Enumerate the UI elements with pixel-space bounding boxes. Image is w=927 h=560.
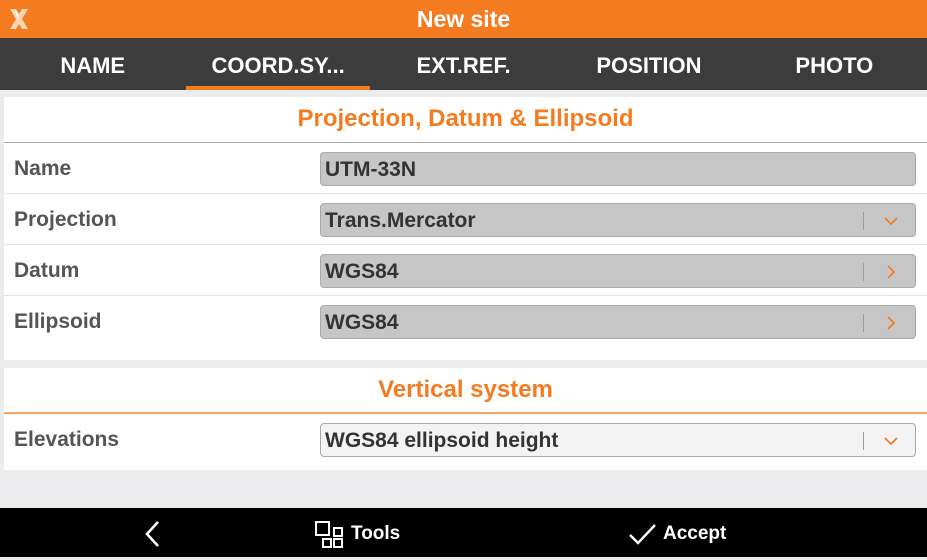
projection-value: Trans.Mercator	[325, 209, 476, 232]
datum-label: Datum	[14, 259, 80, 282]
ellipsoid-selector[interactable]: WGS84	[320, 305, 916, 339]
tools-grid-icon	[315, 521, 343, 548]
projection-dropdown[interactable]: Trans.Mercator	[320, 203, 916, 237]
field-separator	[863, 314, 864, 332]
bottom-bar: Tools Accept	[0, 508, 927, 557]
tools-button[interactable]: Tools	[314, 508, 404, 557]
tab-coord-system[interactable]: COORD.SY...	[185, 38, 371, 90]
name-label: Name	[14, 157, 72, 180]
ellipsoid-label: Ellipsoid	[14, 310, 102, 333]
back-button[interactable]	[138, 508, 168, 557]
projection-section: Projection, Datum & Ellipsoid Name UTM-3…	[4, 97, 927, 360]
elevations-row: Elevations WGS84 ellipsoid height	[4, 414, 927, 464]
back-arrow-icon	[145, 521, 159, 547]
chevron-down-icon	[884, 217, 898, 226]
projection-label: Projection	[14, 208, 117, 231]
projection-row: Projection Trans.Mercator	[4, 194, 927, 245]
tab-position[interactable]: POSITION	[556, 38, 741, 90]
tools-label: Tools	[351, 523, 401, 544]
chevron-right-icon	[887, 265, 896, 279]
elevations-dropdown[interactable]: WGS84 ellipsoid height	[320, 423, 916, 457]
datum-selector[interactable]: WGS84	[320, 254, 916, 288]
elevations-value: WGS84 ellipsoid height	[325, 429, 559, 452]
name-field[interactable]: UTM-33N	[320, 152, 916, 186]
datum-row: Datum WGS84	[4, 245, 927, 296]
chevron-down-icon	[884, 437, 898, 446]
accept-button[interactable]: Accept	[628, 508, 738, 557]
name-value: UTM-33N	[325, 158, 417, 181]
section-heading: Vertical system	[4, 368, 927, 414]
field-separator	[863, 432, 864, 450]
section-heading: Projection, Datum & Ellipsoid	[4, 97, 927, 143]
accept-label: Accept	[663, 523, 727, 544]
elevations-label: Elevations	[14, 428, 120, 451]
vertical-system-section: Vertical system Elevations WGS84 ellipso…	[4, 368, 927, 470]
checkmark-icon	[629, 524, 656, 545]
field-separator	[863, 263, 864, 281]
tab-ext-ref[interactable]: EXT.REF.	[371, 38, 556, 90]
tab-name[interactable]: NAME	[0, 38, 185, 90]
tab-photo[interactable]: PHOTO	[742, 38, 927, 90]
title-bar: New site	[0, 0, 927, 38]
ellipsoid-row: Ellipsoid WGS84	[4, 296, 927, 346]
tab-bar: NAME COORD.SY... EXT.REF. POSITION PHOTO	[0, 38, 927, 90]
field-separator	[863, 212, 864, 230]
page-title: New site	[416, 6, 511, 32]
chevron-right-icon	[887, 316, 896, 330]
name-row: Name UTM-33N	[4, 143, 927, 194]
datum-value: WGS84	[325, 260, 399, 283]
ellipsoid-value: WGS84	[325, 311, 399, 334]
